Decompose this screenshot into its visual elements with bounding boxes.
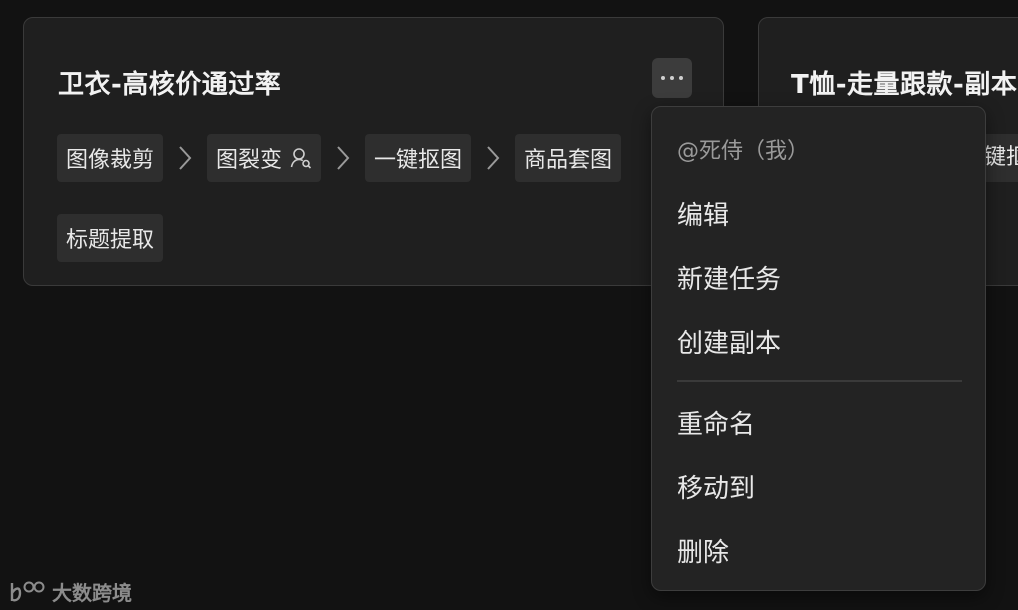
more-horizontal-icon bbox=[661, 76, 683, 80]
step-chip[interactable]: 商品套图 bbox=[515, 134, 622, 182]
user-icon bbox=[290, 147, 312, 169]
workflow-card[interactable]: 卫衣-高核价通过率 图像裁剪 图裂变 一键抠图 商品套图 标题提取 bbox=[23, 17, 724, 286]
menu-item-rename[interactable]: 重命名 bbox=[677, 404, 755, 441]
menu-item-delete[interactable]: 删除 bbox=[677, 532, 729, 569]
watermark-text: 大数跨境 bbox=[52, 581, 132, 605]
menu-divider bbox=[677, 380, 962, 382]
step-chip[interactable]: 图像裁剪 bbox=[57, 134, 164, 182]
workflow-board: 卫衣-高核价通过率 图像裁剪 图裂变 一键抠图 商品套图 标题提取 T恤-走量跟… bbox=[0, 0, 1018, 610]
chevron-right-icon bbox=[471, 134, 515, 182]
step-chip[interactable]: 图裂变 bbox=[207, 134, 322, 182]
context-menu: @死侍（我） 编辑 新建任务 创建副本 重命名 移动到 删除 bbox=[651, 106, 986, 591]
menu-item-new-task[interactable]: 新建任务 bbox=[677, 259, 781, 296]
menu-item-move-to[interactable]: 移动到 bbox=[677, 468, 755, 505]
chevron-right-icon bbox=[321, 134, 365, 182]
menu-item-duplicate[interactable]: 创建副本 bbox=[677, 323, 781, 360]
chevron-right-icon bbox=[163, 134, 207, 182]
menu-item-edit[interactable]: 编辑 bbox=[677, 195, 729, 232]
menu-owner-label: @死侍（我） bbox=[677, 139, 810, 164]
step-label: 图像裁剪 bbox=[66, 148, 155, 173]
step-chip[interactable]: 一键抠图 bbox=[365, 134, 472, 182]
step-label: 图裂变 bbox=[216, 148, 283, 173]
watermark-logo-icon bbox=[10, 581, 45, 601]
workflow-steps: 图像裁剪 图裂变 一键抠图 商品套图 标题提取 bbox=[57, 134, 717, 262]
watermark: 大数跨境 bbox=[8, 577, 132, 606]
more-options-button[interactable] bbox=[652, 58, 692, 98]
step-chip[interactable]: 标题提取 bbox=[57, 214, 164, 262]
step-label: 标题提取 bbox=[66, 228, 155, 253]
card-title: T恤-走量跟款-副本 bbox=[791, 70, 1018, 100]
step-label: 一键抠图 bbox=[374, 148, 463, 173]
step-label: 商品套图 bbox=[524, 148, 613, 173]
card-title: 卫衣-高核价通过率 bbox=[58, 70, 282, 100]
